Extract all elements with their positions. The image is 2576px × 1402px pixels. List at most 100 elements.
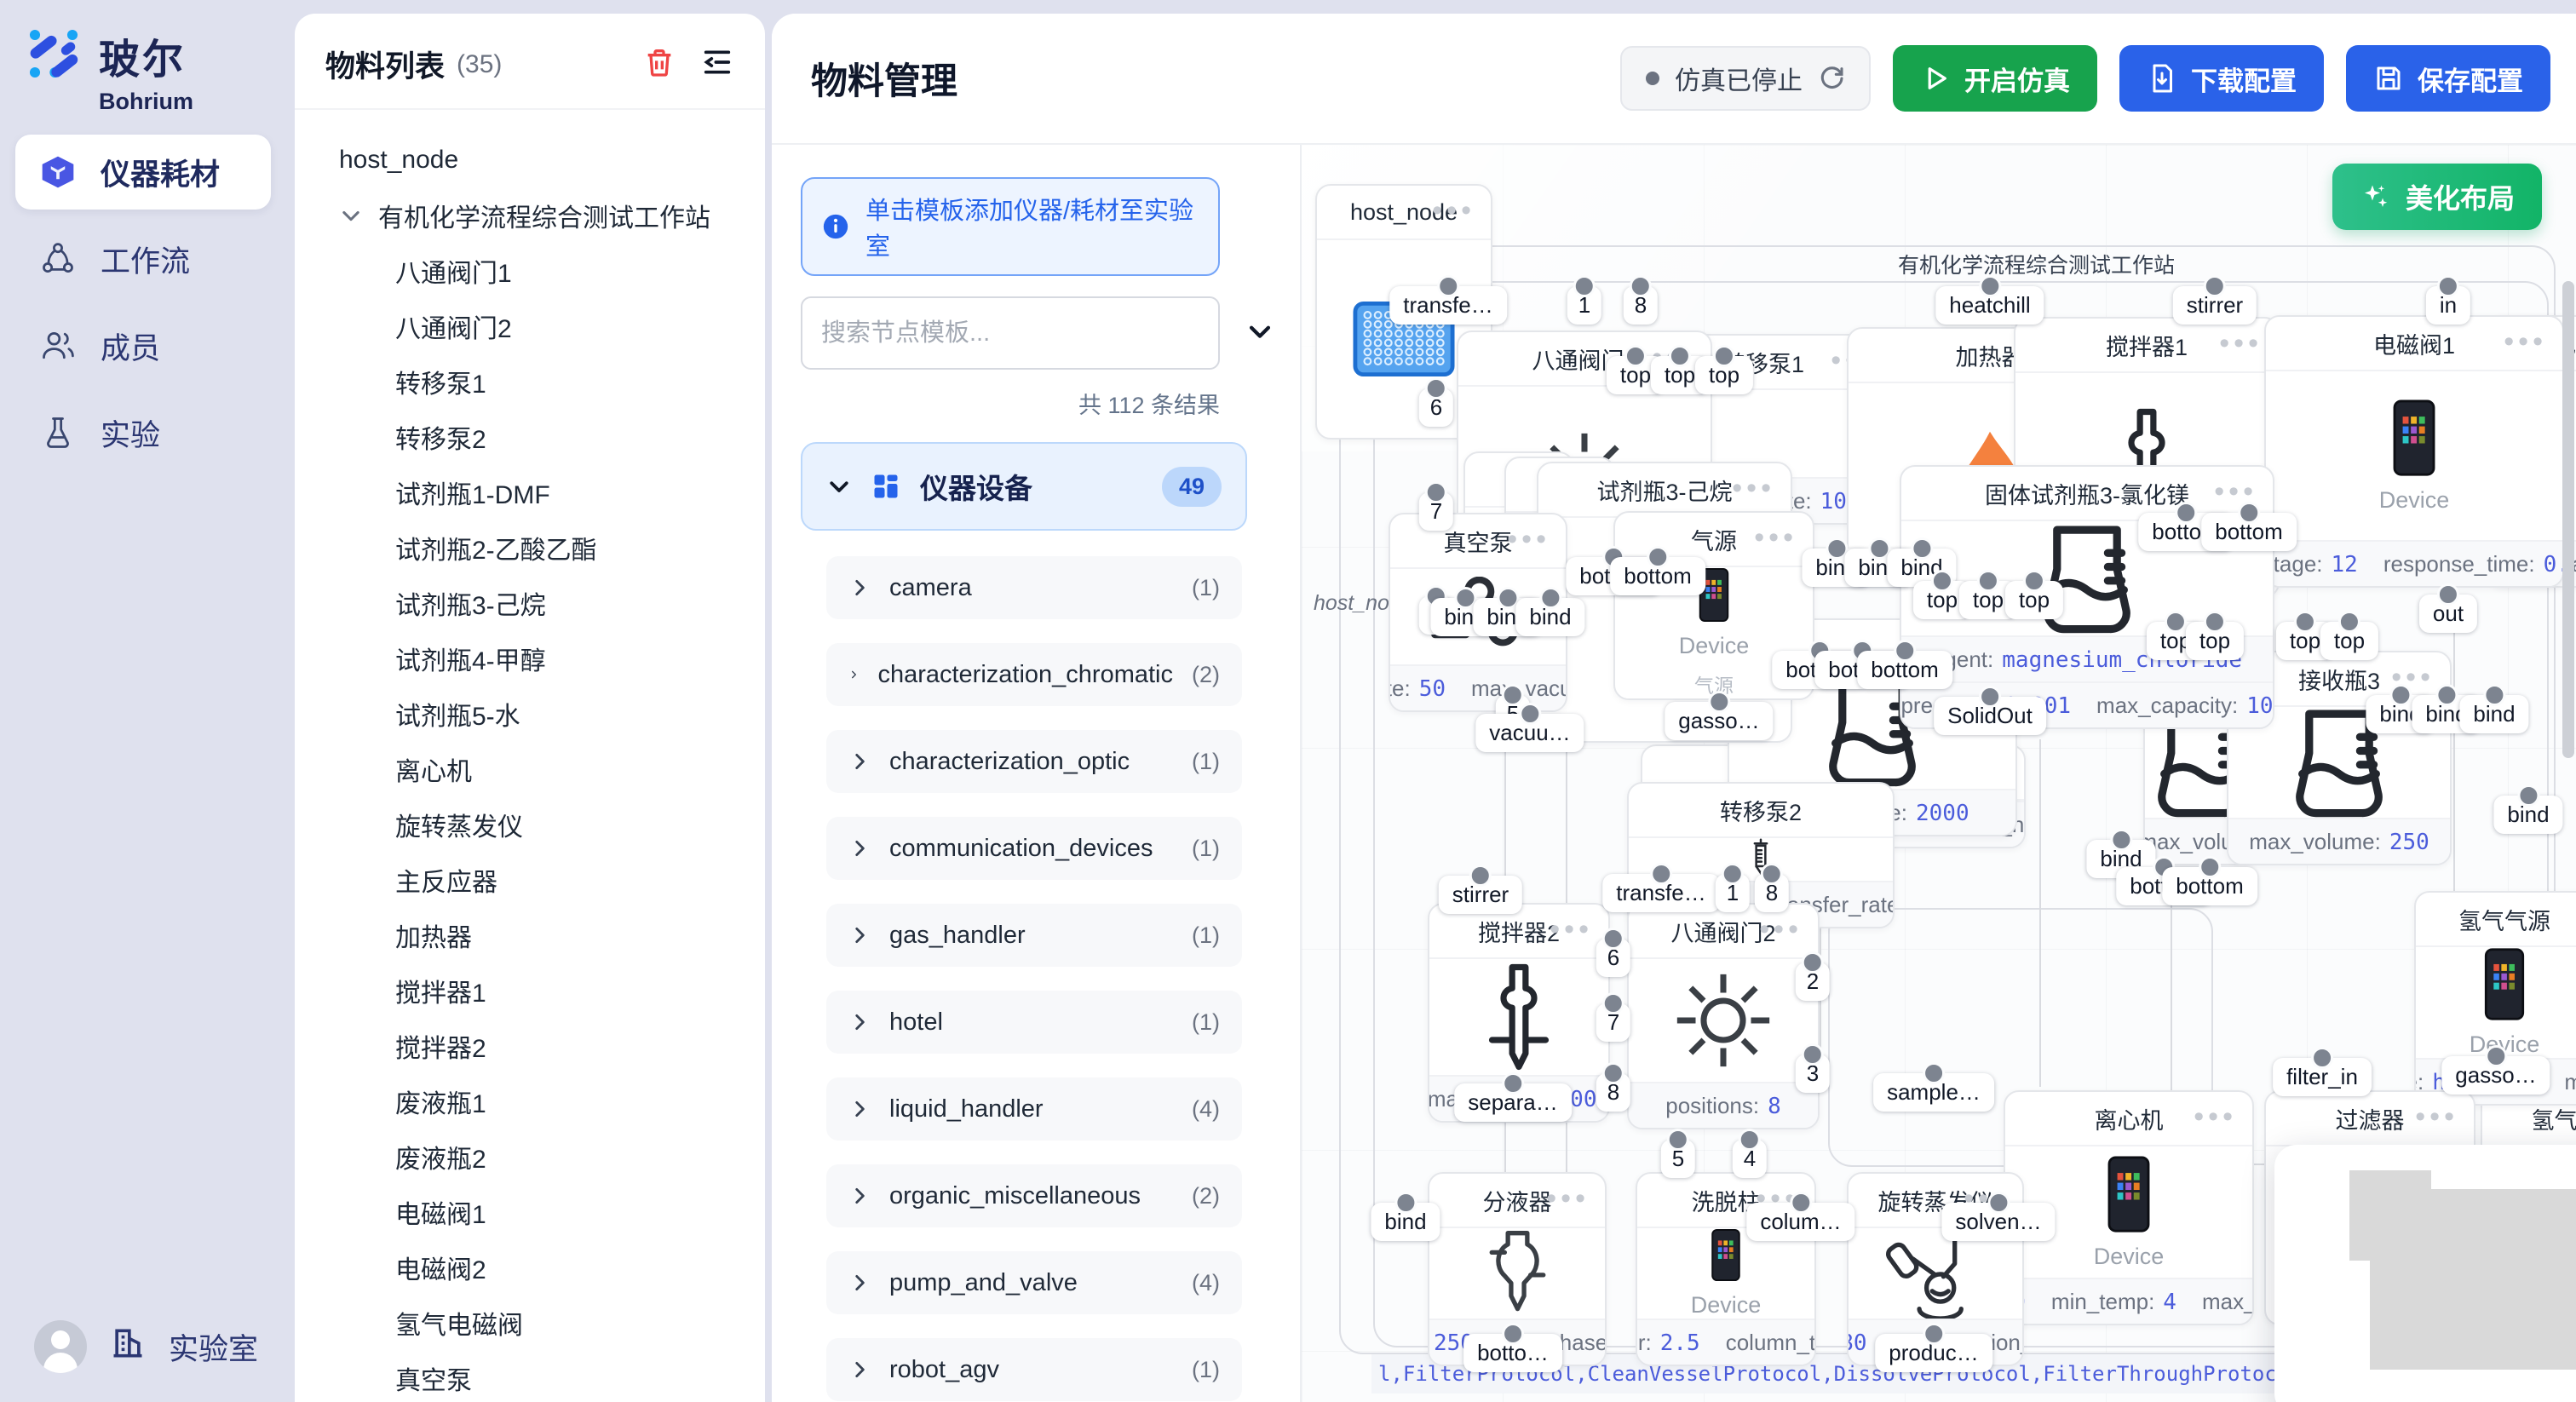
port-7[interactable]: 7: [1596, 1003, 1630, 1042]
materials-title: 物料列表: [325, 43, 445, 86]
port-gasso…[interactable]: gasso…: [1665, 702, 1773, 740]
port-gasso…[interactable]: gasso…: [2441, 1056, 2550, 1095]
port-bottom[interactable]: bottom: [1857, 651, 1952, 689]
port-8[interactable]: 8: [1596, 1073, 1630, 1112]
port-5[interactable]: 5: [1661, 1140, 1695, 1178]
port-bottom[interactable]: bottom: [2162, 867, 2257, 905]
port-2[interactable]: 2: [1796, 962, 1830, 1001]
template-category-organic_miscellaneous[interactable]: organic_miscellaneous(2): [826, 1164, 1242, 1227]
开启仿真-button[interactable]: 开启仿真: [1893, 45, 2097, 112]
sidebar-item-仪器耗材[interactable]: 仪器耗材: [15, 135, 271, 210]
chevron-down-icon[interactable]: [1245, 317, 1274, 350]
port-in[interactable]: in: [2426, 286, 2470, 325]
port-6[interactable]: 6: [1596, 939, 1630, 977]
template-category-characterization_optic[interactable]: characterization_optic(1): [826, 730, 1242, 793]
port-SolidOut[interactable]: SolidOut: [1934, 697, 2046, 735]
beautify-layout-button[interactable]: 美化布局: [2332, 164, 2542, 230]
template-category-gas_handler[interactable]: gas_handler(1): [826, 904, 1242, 967]
port-heatchill[interactable]: heatchill: [1935, 286, 2044, 325]
flow-canvas[interactable]: 美化布局 有机化学流程综合测试工作站 host_no... l,FilterPr…: [1302, 145, 2576, 1402]
tree-item[interactable]: 氢气电磁阀: [295, 1295, 765, 1350]
tree-item[interactable]: 有机化学流程综合测试工作站: [295, 187, 765, 243]
port-top[interactable]: top: [1695, 356, 1753, 394]
port-top[interactable]: top: [2005, 581, 2063, 619]
port-4[interactable]: 4: [1733, 1140, 1767, 1178]
port-separa…[interactable]: separa…: [1454, 1083, 1572, 1122]
tree-item[interactable]: 转移泵2: [295, 409, 765, 464]
template-category-pump_and_valve[interactable]: pump_and_valve(4): [826, 1251, 1242, 1314]
port-solven…[interactable]: solven…: [1941, 1203, 2055, 1241]
保存配置-button[interactable]: 保存配置: [2346, 45, 2550, 112]
port-bind[interactable]: bind: [1515, 598, 1584, 636]
port-bottom[interactable]: bottom: [2201, 513, 2297, 551]
collapse-list-icon[interactable]: [700, 45, 734, 83]
trash-icon[interactable]: [642, 45, 676, 83]
template-category-camera[interactable]: camera(1): [826, 556, 1242, 619]
template-category-liquid_handler[interactable]: liquid_handler(4): [826, 1077, 1242, 1141]
sidebar-item-实验[interactable]: 实验: [15, 395, 271, 470]
port-3[interactable]: 3: [1796, 1054, 1830, 1093]
port-7[interactable]: 7: [1419, 492, 1453, 531]
tree-item[interactable]: 试剂瓶3-己烷: [295, 575, 765, 630]
node-title: 过滤器•••: [2266, 1092, 2474, 1146]
port-bind[interactable]: bind: [1371, 1203, 1440, 1241]
tree-item[interactable]: 搅拌器1: [295, 962, 765, 1018]
template-category-characterization_chromatic[interactable]: characterization_chromatic(2): [826, 643, 1242, 706]
tree-item[interactable]: 试剂瓶1-DMF: [295, 464, 765, 520]
tree-item[interactable]: 试剂瓶5-水: [295, 686, 765, 741]
port-8[interactable]: 8: [1755, 874, 1789, 912]
tree-item[interactable]: 试剂瓶4-甲醇: [295, 630, 765, 686]
tree-item[interactable]: 八通阀门1: [295, 243, 765, 298]
tree-item[interactable]: 试剂瓶2-乙酸乙酯: [295, 520, 765, 575]
tree-item[interactable]: 真空泵: [295, 1350, 765, 1402]
port-sample…[interactable]: sample…: [1873, 1073, 1994, 1112]
port-vacuu…[interactable]: vacuu…: [1475, 714, 1584, 752]
port-stirrer[interactable]: stirrer: [2173, 286, 2257, 325]
port-botto…[interactable]: botto…: [1463, 1334, 1562, 1372]
canvas-scrollbar[interactable]: [2562, 281, 2574, 758]
tree-item[interactable]: 搅拌器2: [295, 1018, 765, 1073]
port-8[interactable]: 8: [1624, 286, 1658, 325]
chevron-down-icon: [339, 204, 363, 227]
node-电磁阀1[interactable]: 电磁阀1•••Devicevoltage:12response_time:0.1: [2264, 315, 2564, 588]
node-body: Device: [2266, 371, 2562, 540]
port-bottom[interactable]: bottom: [1610, 557, 1705, 595]
port-1[interactable]: 1: [1567, 286, 1601, 325]
tree-item[interactable]: 电磁阀2: [295, 1239, 765, 1295]
port-filter_in[interactable]: filter_in: [2273, 1058, 2372, 1096]
port-colum…[interactable]: colum…: [1746, 1203, 1854, 1241]
port-bind[interactable]: bind: [2493, 796, 2562, 834]
template-category-hotel[interactable]: hotel(1): [826, 991, 1242, 1054]
port-top[interactable]: top: [2186, 622, 2244, 660]
avatar[interactable]: [34, 1320, 87, 1373]
tree-item[interactable]: 旋转蒸发仪: [295, 796, 765, 852]
port-transfe…[interactable]: transfe…: [1602, 874, 1720, 912]
tree-item[interactable]: host_node: [295, 132, 765, 187]
tree-item[interactable]: 加热器: [295, 907, 765, 962]
下载配置-button[interactable]: 下载配置: [2119, 45, 2324, 112]
sidebar-item-工作流[interactable]: 工作流: [15, 221, 271, 296]
tree-item[interactable]: 电磁阀1: [295, 1184, 765, 1239]
template-category-communication_devices[interactable]: communication_devices(1): [826, 817, 1242, 880]
tree-item[interactable]: 八通阀门2: [295, 298, 765, 353]
tree-item[interactable]: 离心机: [295, 741, 765, 796]
node-八通阀门2[interactable]: 八通阀门2•••positions:8: [1627, 903, 1820, 1129]
port-bind[interactable]: bind: [2459, 695, 2528, 733]
tree-item[interactable]: 废液瓶1: [295, 1073, 765, 1129]
simulation-status[interactable]: 仿真已停止: [1620, 46, 1871, 111]
port-stirrer[interactable]: stirrer: [1439, 876, 1522, 914]
sidebar-item-成员[interactable]: 成员: [15, 308, 271, 383]
port-out[interactable]: out: [2419, 595, 2477, 633]
sidebar-footer[interactable]: 实验室: [34, 1320, 258, 1373]
port-produc…[interactable]: produc…: [1875, 1334, 1992, 1372]
template-category-robot_agv[interactable]: robot_agv(1): [826, 1338, 1242, 1401]
port-transfe…[interactable]: transfe…: [1389, 286, 1507, 325]
tree-item[interactable]: 主反应器: [295, 852, 765, 907]
port-6[interactable]: 6: [1419, 388, 1453, 427]
tree-item[interactable]: 转移泵1: [295, 353, 765, 409]
port-top[interactable]: top: [2320, 622, 2378, 660]
tree-item[interactable]: 废液瓶2: [295, 1129, 765, 1184]
category-instrument-devices[interactable]: 仪器设备 49: [801, 442, 1247, 531]
search-input[interactable]: [801, 296, 1220, 370]
port-1[interactable]: 1: [1716, 874, 1750, 912]
